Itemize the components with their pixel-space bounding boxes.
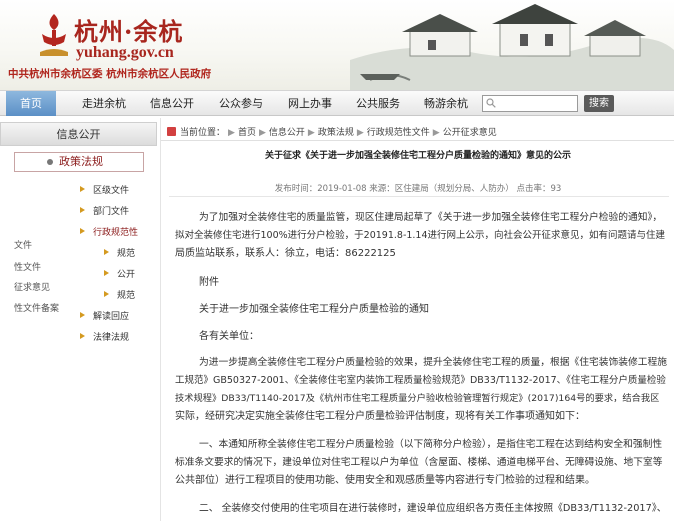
article-paragraph: 实际，经研究决定实施全装修住宅工程分户质量检验评估制度，现将有关工作事项通知如下… <box>175 411 585 422</box>
breadcrumb-home[interactable]: 首页 <box>238 128 256 138</box>
article-paragraph: 公共部位）进行工程项目的使用功能、使用安全和观感质量等内容进行专门检验的过程和结… <box>175 475 595 486</box>
site-header: 杭州·余杭 yuhang.gov.cn 中共杭州市余杭区委 杭州市余杭区人民政府 <box>0 0 674 90</box>
breadcrumb-normative[interactable]: 行政规范性文件 <box>367 128 430 138</box>
article-paragraph: 局质监站联系，联系人：徐立，电话：86222125 <box>175 248 396 259</box>
nav-about-yuhang[interactable]: 走进余杭 <box>82 91 126 116</box>
site-domain: yuhang.gov.cn <box>76 44 174 61</box>
sidebar-partial-label: 性文件 <box>14 263 42 273</box>
sidebar-title: 信息公开 <box>0 122 157 146</box>
arrow-right-icon <box>80 333 85 339</box>
sidebar-item-interpretation[interactable]: 解读回应 <box>93 309 129 322</box>
breadcrumb-info[interactable]: 信息公开 <box>269 128 305 138</box>
article-paragraph: 一、本通知所称全装修住宅工程分户质量检验（以下简称分户检验），是指住宅工程在达到… <box>199 439 663 450</box>
nav-home[interactable]: 首页 <box>6 91 56 116</box>
header-subtitle: 中共杭州市余杭区委 杭州市余杭区人民政府 <box>8 68 212 80</box>
search-button[interactable]: 搜索 <box>584 95 614 112</box>
jiangnan-scenery-banner <box>350 4 674 90</box>
sidebar-item-dept-docs[interactable]: 部门文件 <box>93 204 129 217</box>
divider <box>161 140 674 141</box>
article-meta: 发布时间：2019-01-08 来源：区住建局（规划分局、人防办） 点击率：93 <box>274 184 562 194</box>
sidebar-item-laws[interactable]: 法律法规 <box>93 330 129 343</box>
breadcrumb-prefix: 当前位置： <box>180 128 226 138</box>
breadcrumb: 当前位置： ▶ 首页 ▶ 信息公开 ▶ 政策法规 ▶ 行政规范性文件 ▶ 公开征求意见 <box>167 125 497 138</box>
sidebar-item-normative[interactable]: 行政规范性 <box>93 225 138 238</box>
search-icon <box>486 98 496 108</box>
sidebar-selected-policy[interactable]: 政策法规 <box>14 152 144 172</box>
search-input[interactable] <box>482 95 578 112</box>
arrow-right-icon <box>80 207 85 213</box>
sidebar-subitem-1[interactable]: 规范 <box>117 246 135 259</box>
article-paragraph: 工规范》GB50327-2001、《全装修住宅室内装饰工程质量检验规范》DB33… <box>175 375 666 386</box>
sidebar-subitem-2[interactable]: 公开 <box>117 267 135 280</box>
sidebar-item-district-docs[interactable]: 区级文件 <box>93 183 129 196</box>
article-paragraph: 拟对全装修住宅进行100%进行分户检验，于20191.8-1.14进行网上公示，… <box>175 230 666 241</box>
bullet-icon <box>47 159 53 165</box>
sidebar-partial-label: 性文件备案 <box>14 304 60 314</box>
article-paragraph: 标准条文要求的情况下，建设单位对住宅工程以户为单位（含屋面、楼梯、通道电梯平台、… <box>175 457 663 468</box>
article-paragraph: 为了加强对全装修住宅的质量监管，现区住建局起草了《关于进一步加强全装修住宅工程分… <box>199 212 663 223</box>
hangzhou-logo-icon[interactable] <box>36 12 72 58</box>
sidebar: 信息公开 政策法规 区级文件 部门文件 行政规范性 文件 规范 性文件 公开 征… <box>0 118 157 521</box>
nav-online-services[interactable]: 网上办事 <box>288 91 332 116</box>
article-paragraph: 二、 全装修交付使用的住宅项目在进行装修时，建设单位应组织各方责任主体按照《DB… <box>199 503 667 514</box>
nav-public-participation[interactable]: 公众参与 <box>219 91 263 116</box>
article-title: 关于征求《关于进一步加强全装修住宅工程分户质量检验的通知》意见的公示 <box>264 151 571 161</box>
arrow-right-icon <box>80 186 85 192</box>
main-nav: 首页 走进余杭 信息公开 公众参与 网上办事 公共服务 畅游余杭 搜索 <box>0 90 674 116</box>
nav-tour-yuhang[interactable]: 畅游余杭 <box>424 91 468 116</box>
arrow-right-icon <box>104 291 109 297</box>
sidebar-subitem-3[interactable]: 规范 <box>117 288 135 301</box>
attachment-label: 附件 <box>199 277 219 288</box>
arrow-right-icon <box>104 249 109 255</box>
sidebar-partial-label: 文件 <box>14 241 33 251</box>
article-paragraph: 为进一步提高全装修住宅工程分户质量检验的效果，提升全装修住宅工程的质量，根据《住… <box>199 357 667 368</box>
main-content: 当前位置： ▶ 首页 ▶ 信息公开 ▶ 政策法规 ▶ 行政规范性文件 ▶ 公开征求意见 关于征求《关… <box>160 118 674 521</box>
divider <box>169 196 669 197</box>
breadcrumb-consultation[interactable]: 公开征求意见 <box>443 128 497 138</box>
sidebar-selected-label: 政策法规 <box>59 155 103 168</box>
sidebar-partial-label: 征求意见 <box>14 283 51 293</box>
site-logo-title[interactable]: 杭州·余杭 <box>74 12 183 47</box>
arrow-right-icon <box>80 312 85 318</box>
article-paragraph: 技术规程》DB33/T1140-2017及《杭州市住宅工程质量分户验收检验管理暂… <box>175 393 660 404</box>
attachment-title: 关于进一步加强全装修住宅工程分户质量检验的通知 <box>199 304 429 315</box>
nav-public-services[interactable]: 公共服务 <box>356 91 400 116</box>
arrow-right-icon <box>80 228 85 234</box>
location-icon <box>167 127 176 136</box>
nav-info-disclosure[interactable]: 信息公开 <box>150 91 194 116</box>
breadcrumb-policy[interactable]: 政策法规 <box>318 128 354 138</box>
article-salutation: 各有关单位： <box>199 331 259 342</box>
arrow-right-icon <box>104 270 109 276</box>
